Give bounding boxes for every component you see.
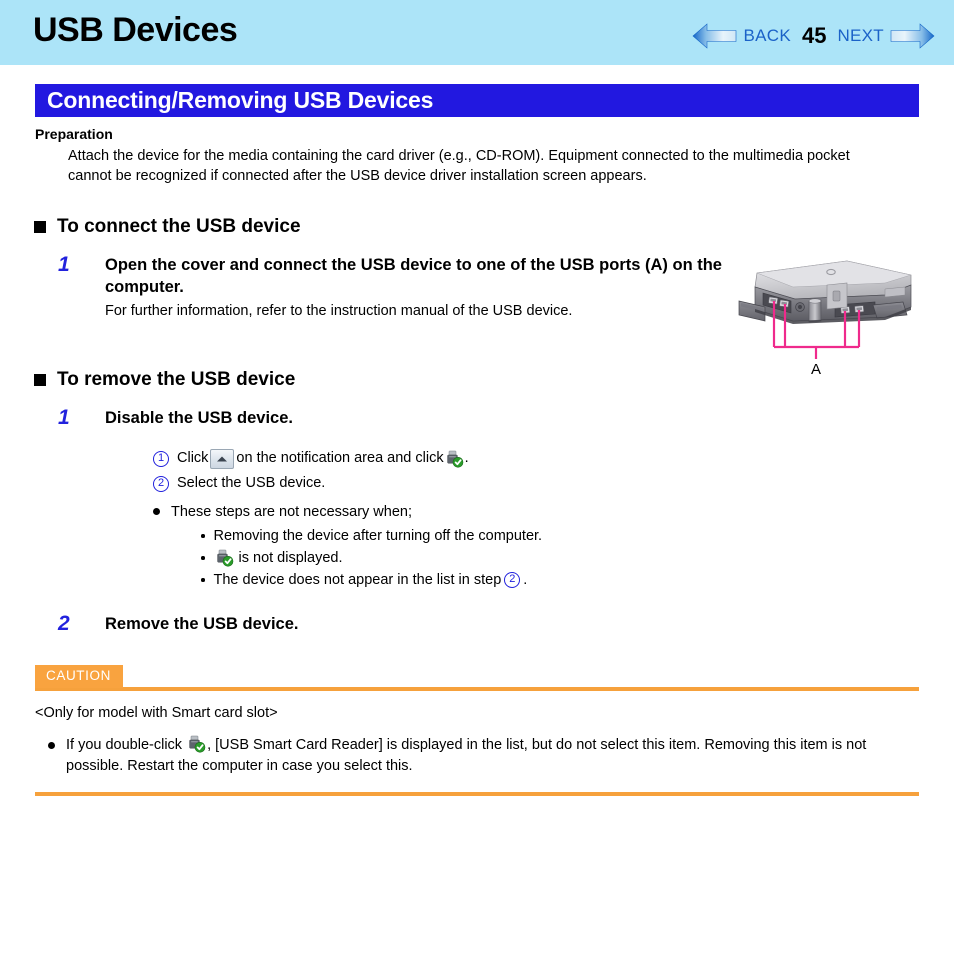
- remove-step-1-title: Disable the USB device.: [105, 409, 293, 427]
- remove-note-sub-3-post: .: [523, 572, 528, 588]
- remove-step-1: 1 Disable the USB device. 1 Click on the…: [58, 407, 954, 591]
- circled-number-2: 2: [153, 475, 169, 492]
- safely-remove-usb-icon[interactable]: [445, 450, 464, 468]
- heading-to-connect: To connect the USB device: [34, 214, 954, 240]
- small-bullet-dot-icon: [201, 534, 205, 538]
- small-bullet-dot-icon: [201, 556, 205, 560]
- square-bullet-icon: [34, 374, 46, 386]
- square-bullet-icon: [34, 221, 46, 233]
- remove-substep-2-text: Select the USB device.: [177, 475, 326, 491]
- caution-bullet-post: , [USB Smart Card Reader] is displayed i…: [66, 737, 867, 774]
- remove-step-1-number: 1: [58, 406, 70, 429]
- remove-substep-1-mid: on the notification area and click: [236, 450, 444, 466]
- remove-step-2: 2 Remove the USB device.: [58, 613, 954, 635]
- caution-top-rule: [35, 687, 919, 691]
- callout-label-a: A: [811, 361, 821, 377]
- circled-number-2: 2: [504, 572, 521, 588]
- back-arrow-icon[interactable]: [692, 22, 737, 50]
- remove-substep-1-post: .: [464, 450, 469, 466]
- heading-to-connect-label: To connect the USB device: [57, 216, 301, 237]
- page-title: USB Devices: [33, 11, 238, 49]
- remove-note-text: These steps are not necessary when;: [171, 504, 412, 520]
- laptop-usb-ports-figure: A: [735, 255, 917, 378]
- caution-bullet-item: If you double-click , [USB Smart Card Re…: [48, 735, 914, 777]
- remove-note-sub-3: The device does not appear in the list i…: [201, 569, 954, 591]
- remove-note-sublist: Removing the device after turning off th…: [201, 525, 954, 591]
- preparation-text: Attach the device for the media containi…: [68, 148, 850, 184]
- page-content: Preparation Attach the device for the me…: [0, 124, 954, 796]
- next-label[interactable]: NEXT: [831, 26, 890, 46]
- heading-to-remove-label: To remove the USB device: [57, 369, 296, 390]
- remove-substep-1: 1 Click on the notification area and cli…: [153, 447, 954, 470]
- preparation-heading: Preparation: [35, 126, 113, 142]
- bullet-dot-icon: [153, 508, 160, 515]
- remove-substep-2: 2 Select the USB device.: [153, 472, 954, 495]
- circled-number-1: 1: [153, 450, 169, 467]
- connect-step-1-number: 1: [58, 253, 70, 276]
- remove-note-sub-2: is not displayed.: [201, 547, 954, 569]
- remove-note-bullet: These steps are not necessary when;: [153, 501, 954, 523]
- caution-bottom-rule: [35, 792, 919, 796]
- remove-note-sub-3-pre: The device does not appear in the list i…: [213, 572, 502, 588]
- remove-note-sub-1: Removing the device after turning off th…: [201, 525, 954, 547]
- caution-scope-note: <Only for model with Smart card slot>: [35, 705, 278, 721]
- next-arrow-icon[interactable]: [890, 22, 935, 50]
- remove-note-sub-1-text: Removing the device after turning off th…: [213, 528, 543, 544]
- safely-remove-usb-icon: [215, 549, 234, 567]
- remove-step-2-title: Remove the USB device.: [105, 615, 299, 633]
- remove-note-sub-2-text: is not displayed.: [238, 550, 343, 566]
- caution-block: CAUTION <Only for model with Smart card …: [0, 665, 954, 796]
- bullet-dot-icon: [48, 742, 55, 749]
- safely-remove-usb-icon: [187, 735, 206, 753]
- back-label[interactable]: BACK: [737, 26, 797, 46]
- caution-badge: CAUTION: [35, 665, 123, 688]
- remove-substeps: 1 Click on the notification area and cli…: [153, 447, 954, 495]
- section-title-bar: Connecting/Removing USB Devices: [35, 84, 919, 117]
- small-bullet-dot-icon: [201, 578, 205, 582]
- caution-bullet-pre: If you double-click: [66, 737, 183, 753]
- show-hidden-icons-icon[interactable]: [210, 448, 235, 469]
- section-title: Connecting/Removing USB Devices: [47, 87, 434, 113]
- connect-step-1-title: Open the cover and connect the USB devic…: [105, 256, 722, 296]
- remove-step-2-number: 2: [58, 612, 70, 635]
- page-number: 45: [801, 23, 827, 48]
- page-navigation: BACK 45 NEXT: [692, 21, 935, 51]
- remove-substep-1-pre: Click: [177, 450, 209, 466]
